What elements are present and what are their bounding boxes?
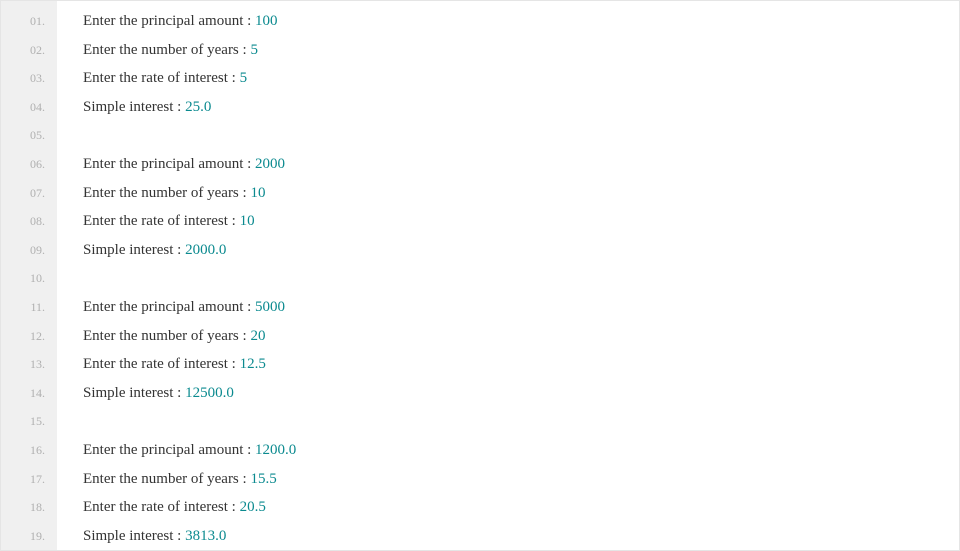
code-text: Enter the rate of interest :: [83, 499, 240, 515]
code-line: [83, 407, 959, 436]
line-number: 16.: [1, 436, 57, 465]
code-line: Simple interest : 3813.0: [83, 522, 959, 551]
code-number-literal: 12500.0: [185, 385, 234, 401]
code-line: Enter the rate of interest : 20.5: [83, 493, 959, 522]
line-number: 08.: [1, 207, 57, 236]
code-line: Enter the rate of interest : 10: [83, 207, 959, 236]
code-line: Enter the principal amount : 1200.0: [83, 436, 959, 465]
line-number: 11.: [1, 293, 57, 322]
code-number-literal: 3813.0: [185, 528, 226, 544]
line-number: 05.: [1, 121, 57, 150]
code-text: Enter the principal amount :: [83, 13, 255, 29]
code-line: Enter the principal amount : 2000: [83, 150, 959, 179]
line-number: 12.: [1, 322, 57, 351]
line-number: 03.: [1, 64, 57, 93]
line-number: 17.: [1, 465, 57, 494]
line-number: 02.: [1, 36, 57, 65]
code-text: Simple interest :: [83, 242, 185, 258]
code-number-literal: 12.5: [240, 356, 266, 372]
code-line: Simple interest : 25.0: [83, 93, 959, 122]
code-number-literal: 25.0: [185, 99, 211, 115]
code-line: Enter the principal amount : 5000: [83, 293, 959, 322]
line-number: 15.: [1, 407, 57, 436]
line-number: 06.: [1, 150, 57, 179]
code-text: Simple interest :: [83, 528, 185, 544]
code-line: Enter the number of years : 20: [83, 322, 959, 351]
code-number-literal: 15.5: [250, 471, 276, 487]
line-number: 13.: [1, 350, 57, 379]
code-number-literal: 2000: [255, 156, 285, 172]
code-number-literal: 1200.0: [255, 442, 296, 458]
code-number-literal: 5000: [255, 299, 285, 315]
code-text: Enter the rate of interest :: [83, 213, 240, 229]
code-content: Enter the principal amount : 100Enter th…: [57, 1, 959, 550]
code-number-literal: 10: [250, 185, 265, 201]
line-number: 19.: [1, 522, 57, 551]
code-line: Simple interest : 2000.0: [83, 236, 959, 265]
code-number-literal: 100: [255, 13, 278, 29]
code-line: Enter the rate of interest : 5: [83, 64, 959, 93]
code-line: Enter the number of years : 5: [83, 36, 959, 65]
code-text: Enter the number of years :: [83, 42, 250, 58]
code-text: Enter the principal amount :: [83, 156, 255, 172]
line-number: 14.: [1, 379, 57, 408]
code-text: Enter the number of years :: [83, 471, 250, 487]
code-block: 01.02.03.04.05.06.07.08.09.10.11.12.13.1…: [0, 0, 960, 551]
code-line: [83, 121, 959, 150]
code-line: Enter the number of years : 15.5: [83, 465, 959, 494]
line-number: 04.: [1, 93, 57, 122]
code-text: Enter the principal amount :: [83, 299, 255, 315]
code-line: Enter the principal amount : 100: [83, 7, 959, 36]
line-number: 18.: [1, 493, 57, 522]
line-number: 09.: [1, 236, 57, 265]
code-text: Enter the number of years :: [83, 328, 250, 344]
code-number-literal: 10: [240, 213, 255, 229]
code-line: [83, 264, 959, 293]
code-number-literal: 5: [250, 42, 258, 58]
code-line: Simple interest : 12500.0: [83, 379, 959, 408]
code-text: Enter the rate of interest :: [83, 70, 240, 86]
code-number-literal: 2000.0: [185, 242, 226, 258]
code-text: Enter the principal amount :: [83, 442, 255, 458]
line-number-gutter: 01.02.03.04.05.06.07.08.09.10.11.12.13.1…: [1, 1, 57, 550]
line-number: 01.: [1, 7, 57, 36]
code-text: Enter the number of years :: [83, 185, 250, 201]
line-number: 10.: [1, 264, 57, 293]
code-number-literal: 5: [240, 70, 248, 86]
code-text: Simple interest :: [83, 99, 185, 115]
code-text: Enter the rate of interest :: [83, 356, 240, 372]
code-line: Enter the number of years : 10: [83, 179, 959, 208]
line-number: 07.: [1, 179, 57, 208]
code-text: Simple interest :: [83, 385, 185, 401]
code-number-literal: 20.5: [240, 499, 266, 515]
code-line: Enter the rate of interest : 12.5: [83, 350, 959, 379]
code-number-literal: 20: [250, 328, 265, 344]
